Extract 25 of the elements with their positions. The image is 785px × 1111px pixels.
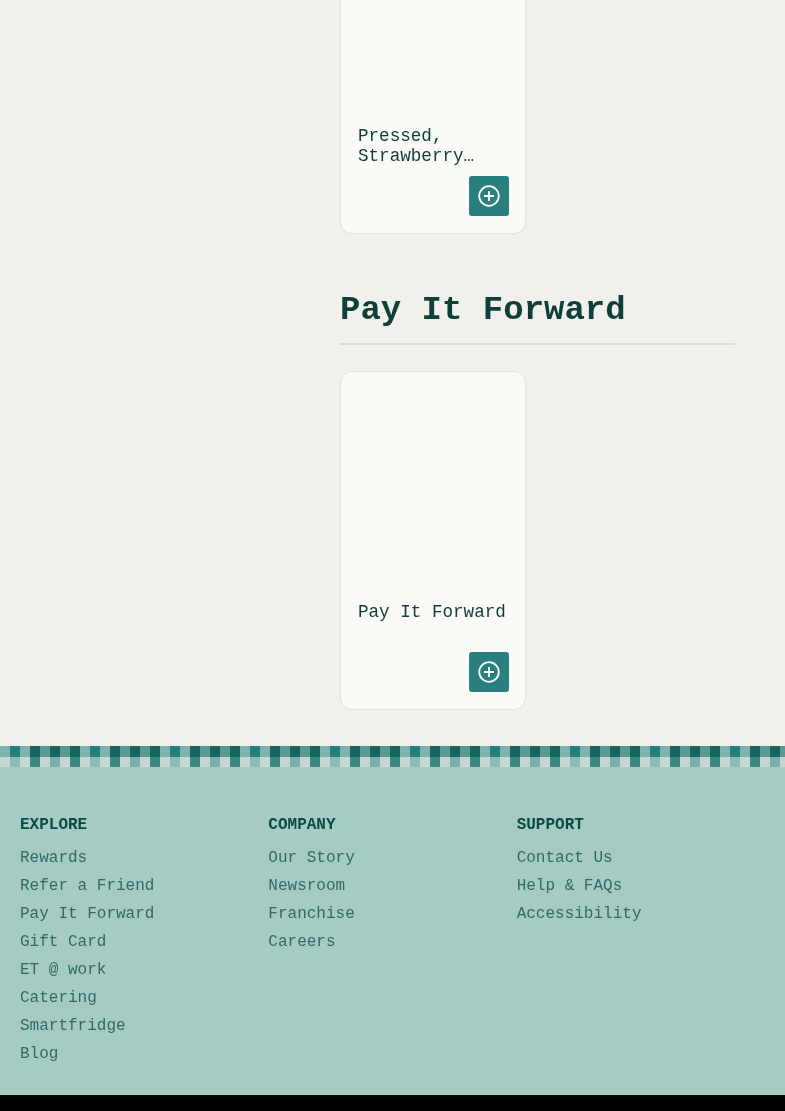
footer-link[interactable]: Help & FAQs — [516, 872, 623, 900]
footer-link[interactable]: Smartfridge — [20, 1012, 126, 1040]
footer-link[interactable]: Refer a Friend — [20, 872, 155, 900]
footer-link[interactable]: Gift Card — [20, 928, 107, 956]
footer-heading: COMPANY — [268, 815, 336, 836]
footer-link[interactable]: Careers — [268, 928, 336, 956]
footer-link[interactable]: ET @ work — [20, 956, 107, 984]
add-button[interactable] — [469, 176, 509, 216]
add-button[interactable] — [469, 652, 509, 692]
footer-link[interactable]: Blog — [20, 1040, 59, 1068]
footer-heading: SUPPORT — [516, 815, 584, 836]
footer-link[interactable]: Our Story — [268, 844, 355, 872]
footer-link[interactable]: Pay It Forward — [20, 900, 155, 928]
footer-link[interactable]: Catering — [20, 984, 97, 1012]
footer-link[interactable]: Newsroom — [268, 872, 346, 900]
footer-link[interactable]: Contact Us — [516, 844, 613, 872]
plus-circle-icon — [478, 661, 500, 683]
footer-link[interactable]: Franchise — [268, 900, 355, 928]
card-title: Pay It Forward — [358, 602, 506, 622]
footer-heading: EXPLORE — [20, 815, 88, 836]
footer-link[interactable]: Rewards — [20, 844, 88, 872]
section-heading: Pay It Forward — [340, 290, 735, 345]
plus-circle-icon — [478, 185, 500, 207]
footer-link[interactable]: Accessibility — [516, 900, 642, 928]
card-title: Pressed, Strawberry… — [358, 126, 475, 166]
